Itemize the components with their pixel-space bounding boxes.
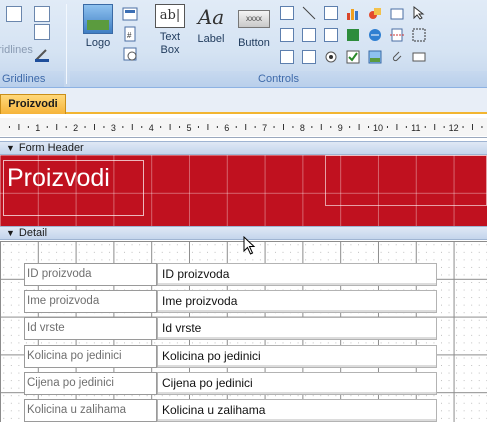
detail-row: Id vrste Id vrste [0,317,487,341]
ruler-number: 9 [338,123,343,133]
gridlines-icon[interactable] [6,6,22,22]
combo-box-icon[interactable] [280,6,294,20]
section-collapse-icon: ▼ [6,228,15,238]
field-text-box[interactable]: Cijena po jedinici [157,372,437,395]
toggle-button-icon[interactable] [324,28,338,42]
option-button-icon[interactable] [324,50,338,64]
chart-icon[interactable] [346,6,360,20]
gridlines-button-label[interactable]: ridlines [0,44,33,56]
label-icon: Aa [197,5,225,29]
list-box-icon[interactable] [280,28,294,42]
ruler-number: 4 [149,123,154,133]
ruler-number: 3 [111,123,116,133]
gridlines-group: ridlines Gridlines [0,0,64,88]
attachment-icon[interactable] [390,50,404,64]
unbound-object-icon[interactable] [368,6,382,20]
select-icon[interactable] [412,5,426,20]
horizontal-ruler[interactable]: 1 2 3 4 5 6 7 8 9 10 11 12 [0,116,487,138]
ruler-number: 5 [186,123,191,133]
field-label[interactable]: ID proizvoda [24,263,157,286]
hyperlink-icon[interactable] [368,28,382,42]
form-header-placeholder-box[interactable] [325,155,487,206]
text-box-button-label-2: Box [160,44,180,56]
ruler-ticks: 1 2 3 4 5 6 7 8 9 10 11 12 [8,123,483,133]
field-label[interactable]: Id vrste [24,317,157,340]
insert-page-break-icon[interactable] [390,28,404,42]
text-box-button-label-1: Text [159,31,181,43]
detail-row: Kolicina u zalihama Kolicina u zalihama [0,399,487,422]
gridlines-group-label: Gridlines [0,71,64,87]
set-control-defaults-icon[interactable] [390,6,404,20]
logo-icon [83,4,113,34]
ribbon: ridlines Gridlines Logo # ab| Text Box A… [0,0,487,88]
controls-group-label: Controls [70,71,487,87]
field-label[interactable]: Kolicina u zalihama [24,399,157,422]
button-control-icon: xxxx [238,10,270,28]
text-box-button[interactable]: ab| Text Box [152,4,188,70]
controls-group: Logo # ab| Text Box Aa Label xxxx Button [70,0,487,88]
mouse-cursor-icon [243,236,256,255]
ruler-number: 7 [262,123,267,133]
form-header-section-bar[interactable]: ▼ Form Header [0,141,487,155]
logo-button-label: Logo [85,37,111,49]
button-control-button[interactable]: xxxx Button [234,4,274,70]
title-icon[interactable] [122,6,138,22]
detail-area[interactable]: ID proizvoda ID proizvoda Ime proizvoda Ime… [0,241,487,422]
ruler-number: 12 [449,123,459,133]
detail-row: ID proizvoda ID proizvoda [0,263,487,287]
line-thickness-icon[interactable] [34,24,50,40]
label-button[interactable]: Aa Label [194,4,228,70]
select-all-icon[interactable] [412,28,426,42]
check-box-icon[interactable] [346,50,360,64]
line-color-icon[interactable] [34,46,50,62]
form-header-section-label: Form Header [18,142,84,154]
rectangle-icon[interactable] [302,28,316,42]
section-collapse-icon: ▼ [6,143,15,153]
ruler-number: 8 [300,123,305,133]
separator [66,4,67,84]
document-tab-strip: Proizvodi [0,88,487,114]
tab-control-icon[interactable] [324,6,338,20]
ruler-number: 10 [373,123,383,133]
button-control-label: Button [238,37,270,49]
detail-row: Cijena po jedinici Cijena po jedinici [0,372,487,396]
ruler-number: 6 [224,123,229,133]
line-icon[interactable] [302,6,316,20]
image-icon[interactable] [368,50,382,64]
detail-section-label: Detail [18,227,48,239]
field-text-box[interactable]: Id vrste [157,317,437,340]
field-text-box[interactable]: Kolicina po jedinici [157,345,437,368]
ruler-number: 11 [411,123,420,133]
detail-row: Ime proizvoda Ime proizvoda [0,290,487,314]
ruler-number: 1 [35,123,40,133]
field-text-box[interactable]: Kolicina u zalihama [157,399,437,422]
document-tab-proizvodi[interactable]: Proizvodi [0,94,66,114]
form-header-area[interactable]: Proizvodi [0,155,487,226]
activex-controls-icon[interactable] [412,50,426,64]
field-label[interactable]: Ime proizvoda [24,290,157,313]
label-button-label: Label [197,33,225,45]
control-padding-icon[interactable] [34,6,50,22]
detail-row: Kolicina po jedinici Kolicina po jedinici [0,345,487,369]
field-label[interactable]: Kolicina po jedinici [24,345,157,368]
svg-text:#: # [127,31,132,40]
text-box-icon: ab| [155,4,185,28]
logo-button[interactable]: Logo [78,4,118,70]
option-group-icon[interactable] [302,50,316,64]
page-numbers-icon[interactable]: # [122,26,138,42]
bound-object-icon[interactable] [346,28,360,42]
subform-icon[interactable] [280,50,294,64]
field-label[interactable]: Cijena po jedinici [24,372,157,395]
field-text-box[interactable]: ID proizvoda [157,263,437,286]
ruler-number: 2 [73,123,78,133]
date-time-icon[interactable] [122,46,138,62]
form-title-label[interactable]: Proizvodi [3,160,144,216]
field-text-box[interactable]: Ime proizvoda [157,290,437,313]
